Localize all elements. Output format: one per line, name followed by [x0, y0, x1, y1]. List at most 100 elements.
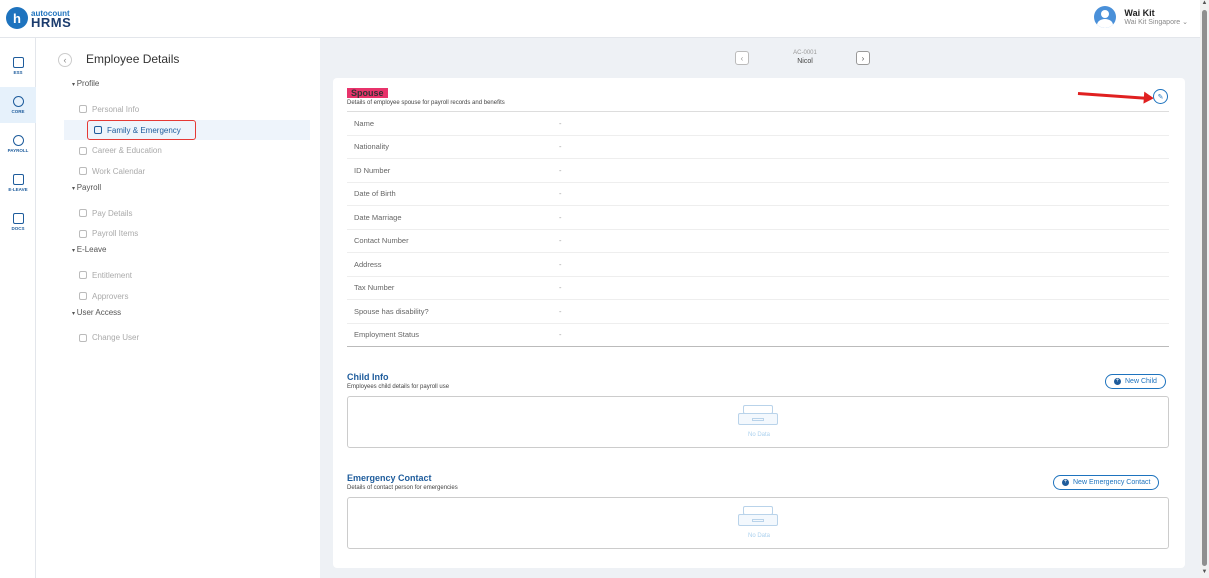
field-value: - [559, 236, 562, 246]
new-child-label: New Child [1125, 378, 1157, 385]
nav-item-label: Pay Details [92, 208, 133, 218]
empty-text: No Data [747, 533, 770, 539]
field-label: ID Number [354, 165, 391, 175]
user-name: Wai Kit [1124, 7, 1155, 18]
empty-box-icon [738, 506, 778, 526]
dollar-icon [12, 135, 24, 146]
emergency-list-empty: No Data [347, 497, 1169, 549]
top-bar: h autocount HRMS Wai Kit Wai Kit Singapo… [0, 0, 1200, 38]
rail-item-docs[interactable]: DOCS [0, 204, 36, 240]
nav-item-family-emergency[interactable]: Family & Emergency [64, 119, 310, 141]
scroll-thumb[interactable] [1202, 10, 1207, 566]
field-label: Nationality [354, 142, 390, 152]
folder-icon [12, 213, 24, 224]
pencil-icon: ✎ [1157, 93, 1164, 101]
field-value: - [559, 283, 562, 293]
nav-item-pay-details[interactable]: Pay Details [64, 203, 310, 224]
chevron-left-icon: ‹ [63, 55, 67, 65]
app-logo[interactable]: h autocount HRMS [6, 7, 71, 29]
nav-group-profile[interactable]: Profile [64, 78, 310, 99]
plus-icon: + [1062, 479, 1069, 486]
avatar [1094, 6, 1117, 28]
field-label: Spouse has disability? [354, 306, 429, 316]
child-section-title: Child Info [347, 372, 389, 382]
new-child-button[interactable]: + New Child [1105, 374, 1166, 389]
rail-label: ESS [13, 70, 23, 75]
spouse-fields: Name - Nationality - ID Number - Date of Bi… [347, 111, 1169, 347]
field-row: ID Number - [347, 159, 1169, 183]
user-company: Wai Kit Singapore ⌄ [1124, 18, 1188, 26]
nav-group-payroll[interactable]: Payroll [64, 182, 310, 203]
calendar-icon [79, 167, 87, 176]
cube-icon [12, 96, 24, 107]
edit-spouse-button[interactable]: ✎ [1153, 89, 1168, 104]
plus-icon: + [1114, 378, 1121, 385]
employee-name: Nicol [797, 58, 813, 65]
calendar-icon [12, 174, 24, 185]
nav-item-change-user[interactable]: Change User [64, 328, 310, 349]
spouse-section-title: Spouse [347, 88, 388, 98]
rail-item-core[interactable]: CORE [0, 87, 36, 123]
rail-label: E-LEAVE [8, 187, 28, 192]
previous-employee-button[interactable]: ‹ [735, 51, 749, 65]
nav-group-eleave[interactable]: E-Leave [64, 244, 310, 265]
nav-item-entitlement[interactable]: Entitlement [64, 265, 310, 286]
child-list-empty: No Data [347, 396, 1169, 448]
user-icon [79, 333, 87, 342]
calendar-icon [79, 271, 87, 280]
field-row: Tax Number - [347, 277, 1169, 300]
scroll-down-icon[interactable]: ▼ [1201, 569, 1208, 577]
new-emergency-contact-button[interactable]: + New Emergency Contact [1053, 475, 1160, 490]
field-row: Contact Number - [347, 230, 1169, 253]
field-value: - [559, 306, 562, 316]
nav-item-label: Work Calendar [92, 166, 146, 176]
nav-item-approvers[interactable]: Approvers [64, 286, 310, 307]
emergency-section-subtitle: Details of contact person for emergencie… [347, 485, 458, 491]
field-value: - [559, 165, 562, 175]
back-button[interactable]: ‹ [58, 53, 72, 67]
user-icon [79, 292, 87, 301]
family-emergency-highlight: Family & Emergency [87, 119, 196, 141]
field-value: - [559, 330, 562, 340]
nav-item-label: Payroll Items [92, 229, 139, 239]
page-title: Employee Details [86, 52, 180, 66]
next-employee-button[interactable]: › [856, 51, 870, 65]
list-icon [79, 229, 87, 238]
empty-box-icon [738, 405, 778, 425]
field-row: Date of Birth - [347, 183, 1169, 206]
module-rail: ESS CORE PAYROLL E-LEAVE DOCS [0, 38, 36, 578]
field-value: - [559, 118, 562, 128]
calculator-icon [12, 57, 24, 68]
field-label: Date of Birth [354, 189, 396, 199]
nav-item-label: Entitlement [92, 270, 133, 280]
field-value: - [559, 142, 562, 152]
nav-item-payroll-items[interactable]: Payroll Items [64, 223, 310, 244]
bank-icon [79, 209, 87, 218]
nav-item-work-calendar[interactable]: Work Calendar [64, 161, 310, 182]
field-row: Employment Status - [347, 324, 1169, 347]
annotation-arrow-icon [1077, 92, 1150, 100]
nav-group-user-access[interactable]: User Access [64, 307, 310, 328]
nav-item-career-education[interactable]: Career & Education [64, 140, 310, 161]
chevron-left-icon: ‹ [740, 53, 744, 63]
nav-item-personal-info[interactable]: Personal Info [64, 99, 310, 120]
employee-code: AC-0001 [793, 50, 817, 56]
nav-item-label: Change User [92, 333, 140, 343]
employee-navigator: ‹ AC-0001 Nicol › [735, 48, 875, 68]
field-row: Date Marriage - [347, 206, 1169, 230]
rail-item-eleave[interactable]: E-LEAVE [0, 165, 36, 201]
scroll-up-icon[interactable]: ▲ [1201, 0, 1208, 8]
chevron-right-icon: › [861, 53, 865, 63]
field-row: Spouse has disability? - [347, 300, 1169, 324]
field-row: Nationality - [347, 136, 1169, 159]
nav-item-label: Personal Info [92, 104, 140, 114]
rail-label: CORE [11, 109, 25, 114]
rail-item-payroll[interactable]: PAYROLL [0, 126, 36, 162]
rail-label: PAYROLL [7, 148, 29, 153]
spouse-section-subtitle: Details of employee spouse for payroll r… [347, 100, 505, 106]
rail-item-ess[interactable]: ESS [0, 48, 36, 84]
user-menu[interactable]: Wai Kit Wai Kit Singapore ⌄ [1094, 6, 1188, 28]
field-label: Contact Number [354, 236, 409, 246]
page-scrollbar[interactable]: ▲ ▼ [1200, 0, 1209, 578]
field-label: Date Marriage [354, 212, 402, 222]
